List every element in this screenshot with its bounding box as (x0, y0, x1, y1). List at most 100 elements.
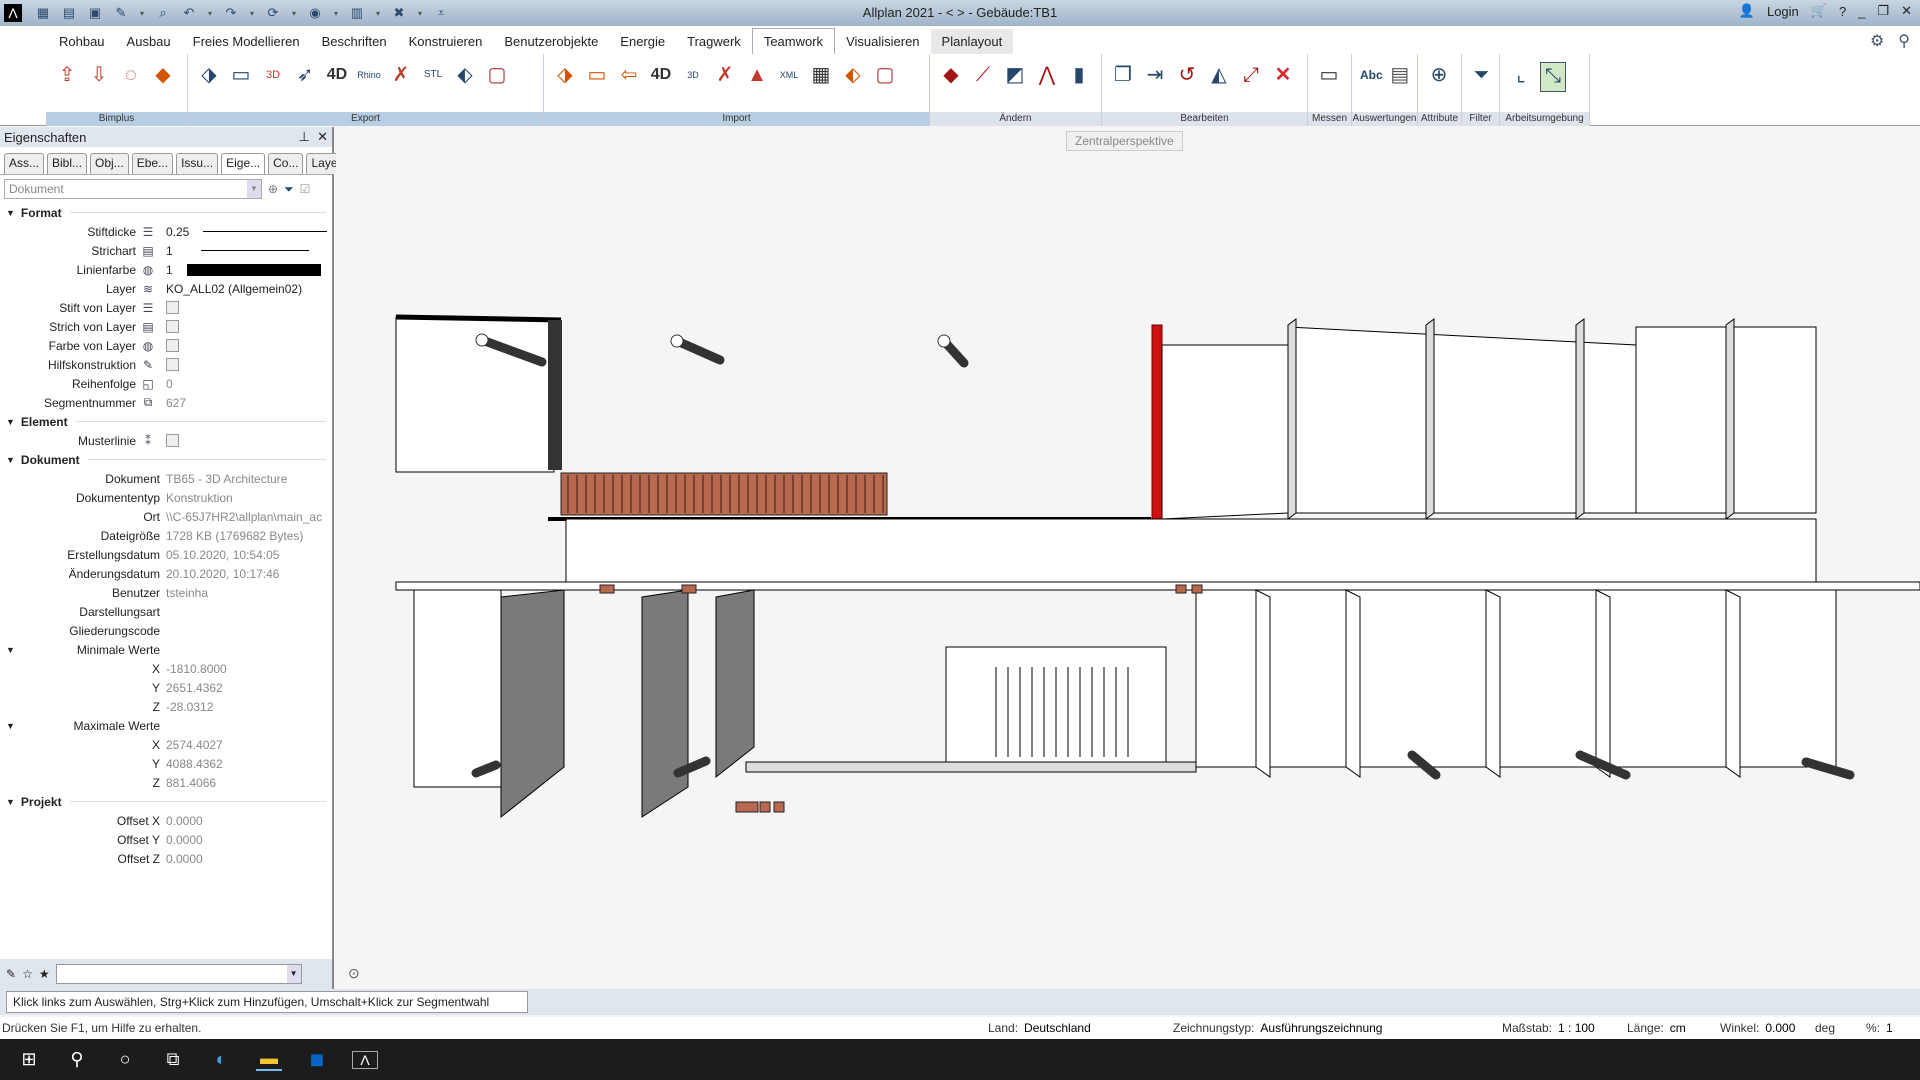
import-attribute-icon[interactable]: ⬖ (840, 62, 866, 92)
chevron-down-icon[interactable]: ▼ (286, 965, 301, 983)
ruler-icon[interactable]: ▭ (1316, 62, 1342, 92)
refresh-icon[interactable]: ⟳ (264, 5, 282, 21)
import-sketchup-icon[interactable]: ✗ (712, 62, 738, 92)
navigation-cube-icon[interactable]: ⊙ (348, 965, 360, 982)
import-dwg-icon[interactable]: ▭ (584, 62, 610, 92)
export-3d-pdf-icon[interactable]: 3D (260, 62, 286, 92)
prop-linienfarbe[interactable]: Linienfarbe ◍ 1 (0, 260, 332, 279)
coordinate-system-icon[interactable]: ⌞ (1508, 62, 1534, 92)
visibility-icon[interactable]: ◉ (306, 5, 324, 21)
panel-tab-issues[interactable]: Issu... (176, 153, 219, 174)
status-massstab[interactable]: Maßstab: 1 : 100 (1502, 1021, 1595, 1035)
panel-tab-eigenschaften[interactable]: Eige... (221, 153, 266, 174)
tab-teamwork[interactable]: Teamwork (751, 28, 836, 54)
section-element[interactable]: ▼ Element (0, 412, 332, 431)
restore-button[interactable]: ❐ (1877, 3, 1889, 19)
prop-reihenfolge[interactable]: Reihenfolge ◱ 0 (0, 374, 332, 393)
import-ifc-icon[interactable]: ⬗ (552, 62, 578, 92)
status-winkel-unit[interactable]: deg (1815, 1021, 1835, 1035)
panel-tab-ebenen[interactable]: Ebe... (131, 153, 174, 174)
settings-gear-icon[interactable]: ⚙ (1870, 31, 1884, 51)
outlook-icon[interactable]: ◼ (304, 1049, 330, 1070)
search-icon[interactable]: ⚲ (1898, 31, 1910, 51)
export-rhino-icon[interactable]: Rhino (356, 62, 382, 92)
allplan-logo-icon[interactable]: Λ (4, 4, 22, 22)
import-landxml-icon[interactable]: XML (776, 62, 802, 92)
save-icon[interactable]: ▣ (86, 5, 104, 21)
export-cube-icon[interactable]: ▢ (484, 62, 510, 92)
export-stl-icon[interactable]: STL (420, 62, 446, 92)
modify-point-icon[interactable]: ⟋ (970, 62, 996, 92)
panel-tab-bibliothek[interactable]: Bibl... (47, 153, 88, 174)
close-button[interactable]: ✕ (1901, 3, 1912, 19)
favorite-load-icon[interactable]: ☆ (22, 967, 33, 981)
prop-stiftdicke[interactable]: Stiftdicke ☰ 0.25 (0, 222, 332, 241)
task-view-icon[interactable]: ⧉ (160, 1049, 186, 1070)
plan-icon[interactable]: ▥ (348, 5, 366, 21)
modify-element-icon[interactable]: ◩ (1002, 62, 1028, 92)
export-dwg-icon[interactable]: ▭ (228, 62, 254, 92)
cortana-icon[interactable]: ○ (112, 1049, 138, 1070)
tab-freies-modellieren[interactable]: Freies Modellieren (182, 29, 311, 54)
export-attribute-icon[interactable]: ⬖ (452, 62, 478, 92)
status-laenge[interactable]: Länge: cm (1627, 1021, 1686, 1035)
section-format[interactable]: ▼ Format (0, 203, 332, 222)
import-pdf-icon[interactable]: ⇦ (616, 62, 642, 92)
tab-konstruieren[interactable]: Konstruieren (398, 29, 494, 54)
allplan-icon[interactable]: Λ (352, 1050, 378, 1069)
prop-strichart[interactable]: Strichart ▤ 1 (0, 241, 332, 260)
musterlinie-checkbox[interactable] (166, 434, 179, 447)
search-icon[interactable]: ⚲ (64, 1049, 90, 1070)
filter-icon[interactable]: ⏷ (284, 182, 294, 197)
building-model[interactable] (336, 127, 1920, 989)
erase-icon[interactable]: ◆ (938, 62, 964, 92)
section-projekt[interactable]: ▼ Projekt (0, 792, 332, 811)
strich-von-layer-checkbox[interactable] (166, 320, 179, 333)
help-icon[interactable]: ? (1839, 4, 1846, 19)
modify-line-icon[interactable]: ⋀ (1034, 62, 1060, 92)
export-acrobat-icon[interactable]: ➶ (292, 62, 318, 92)
export-sketchup-icon[interactable]: ✗ (388, 62, 414, 92)
bimplus-tag-icon[interactable]: ◆ (150, 62, 176, 92)
open-project-icon[interactable]: ▦ (34, 5, 52, 21)
move-icon[interactable]: ⇥ (1142, 62, 1168, 92)
favorite-select[interactable]: ▼ (55, 964, 302, 984)
bimplus-download-icon[interactable]: ⇩ (86, 62, 112, 92)
filter-select[interactable]: Dokument ▼ (4, 179, 262, 199)
panel-close-icon[interactable]: ✕ (317, 129, 328, 144)
login-link[interactable]: Login (1767, 4, 1799, 19)
pipette-icon[interactable]: ✎ (6, 967, 16, 981)
tab-energie[interactable]: Energie (609, 29, 676, 54)
scale-icon[interactable]: ⤢ (1238, 62, 1264, 92)
design-entry-icon[interactable]: ▤ (60, 5, 78, 21)
copy-icon[interactable]: ❐ (1110, 62, 1136, 92)
text-abc-icon[interactable]: Abc (1360, 62, 1383, 92)
prop-layer[interactable]: Layer ≋ KO_ALL02 (Allgemein02) (0, 279, 332, 298)
stift-von-layer-checkbox[interactable] (166, 301, 179, 314)
report-icon[interactable]: ▤ (1389, 62, 1411, 92)
import-4d-icon[interactable]: 4D (648, 62, 674, 92)
prop-minimale-werte[interactable]: ▼ Minimale Werte (0, 640, 332, 659)
tab-ausbau[interactable]: Ausbau (116, 29, 182, 54)
windows-start-icon[interactable]: ⊞ (16, 1049, 42, 1070)
import-cube-icon[interactable]: ▢ (872, 62, 898, 92)
hilfskonstruktion-checkbox[interactable] (166, 358, 179, 371)
status-prozent[interactable]: %: 1 (1866, 1021, 1893, 1035)
import-grid-icon[interactable]: ▦ (808, 62, 834, 92)
tab-planlayout[interactable]: Planlayout (930, 29, 1014, 54)
tools-icon[interactable]: ✖ (390, 5, 408, 21)
filter-icon[interactable]: ⏷ (1470, 62, 1493, 92)
export-ifc-icon[interactable]: ⬗ (196, 62, 222, 92)
rotate-icon[interactable]: ↺ (1174, 62, 1200, 92)
delete-icon[interactable]: ✕ (1270, 62, 1296, 92)
file-explorer-icon[interactable]: ▬ (256, 1048, 282, 1071)
pin-icon[interactable]: ⊥ (299, 129, 310, 144)
import-terrain-icon[interactable]: ▲ (744, 62, 770, 92)
zoom-in-icon[interactable]: ⊕ (268, 182, 278, 196)
user-icon[interactable]: 👤 (1739, 3, 1755, 19)
chevron-down-icon[interactable]: ▼ (247, 180, 261, 198)
edge-icon[interactable]: ◐ (208, 1049, 234, 1070)
export-4d-icon[interactable]: 4D (324, 62, 350, 92)
bimplus-upload-icon[interactable]: ⇪ (54, 62, 80, 92)
tab-benutzerobjekte[interactable]: Benutzerobjekte (493, 29, 609, 54)
